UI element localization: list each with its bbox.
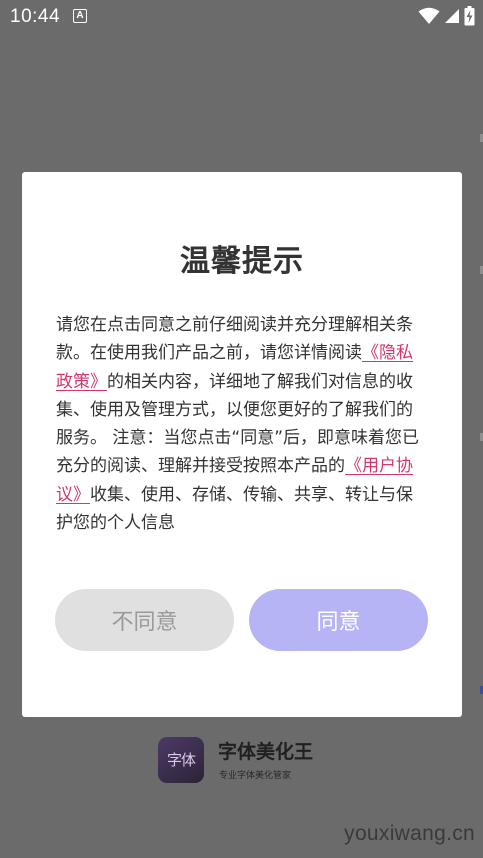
- app-logo: 字体: [158, 737, 204, 783]
- notification-icon: A: [73, 9, 87, 23]
- dialog-body: 请您在点击同意之前仔细阅读并充分理解相关条款。在使用我们产品之前，请您详情阅读《…: [56, 311, 428, 537]
- status-icons: [418, 6, 475, 26]
- app-slogan: 专业字体美化管家: [219, 771, 292, 781]
- body-text: 请您在点击同意之前仔细阅读并充分理解相关条款。在使用我们产品之前，请您详情阅读: [56, 315, 413, 364]
- app-name: 字体美化王: [218, 741, 314, 763]
- wifi-icon: [418, 7, 440, 24]
- app-brand: 字体 字体美化王 专业字体美化管家: [158, 737, 358, 787]
- status-time: 10:44: [10, 6, 61, 27]
- status-bar: 10:44 A: [0, 0, 483, 34]
- screen: 10:44 A 字体 字体美化王 专业字体美化管家 youxiwang.cn 温…: [0, 0, 483, 858]
- agree-button[interactable]: 同意: [249, 589, 428, 651]
- signal-icon: [445, 9, 459, 23]
- disagree-button[interactable]: 不同意: [55, 589, 234, 651]
- dialog-title: 温馨提示: [180, 244, 304, 279]
- body-text: 收集、使用、存储、传输、共享、转让与保护您的个人信息: [56, 484, 413, 534]
- battery-icon: [464, 6, 475, 26]
- privacy-dialog: 温馨提示 请您在点击同意之前仔细阅读并充分理解相关条款。在使用我们产品之前，请您…: [22, 172, 462, 717]
- watermark: youxiwang.cn: [344, 822, 475, 845]
